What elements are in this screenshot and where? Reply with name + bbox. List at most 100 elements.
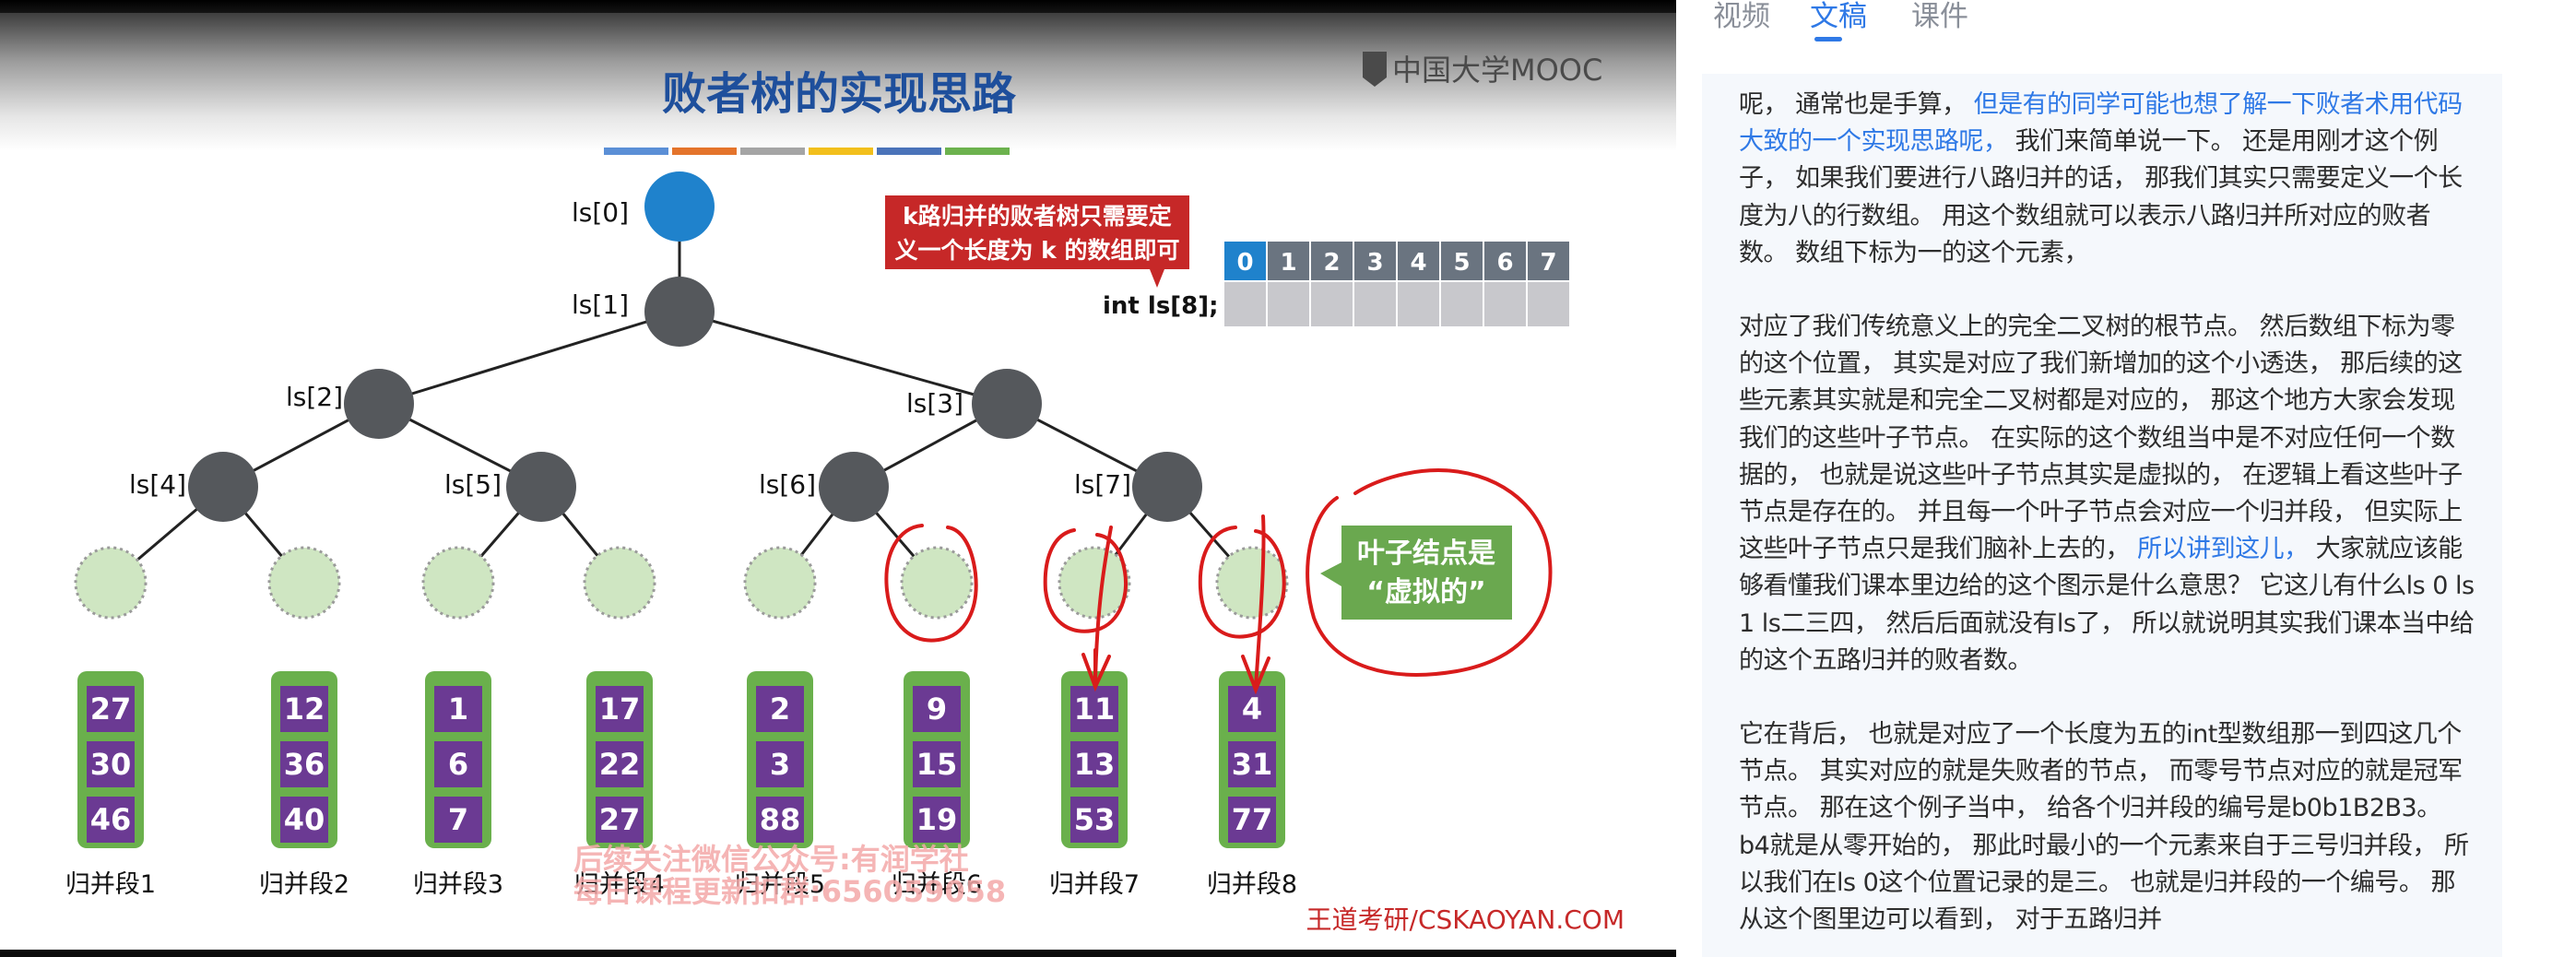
callout-leaf-line1: 叶子结点是 — [1357, 538, 1495, 570]
merge-segment-label: 归并段1 — [65, 870, 156, 899]
array-index-label: 4 — [1410, 249, 1426, 277]
transcript-text[interactable]: 它在背后， 也就是对应了一个长度为五的int型数组那一到四这几个节点。 其实对应… — [1739, 720, 2469, 934]
node-label-ls3: ls[3] — [906, 388, 963, 419]
active-tab-indicator — [1814, 37, 1842, 41]
merge-segment-value: 77 — [1232, 802, 1273, 837]
merge-segment-value: 22 — [599, 747, 641, 782]
array-value-cell — [1441, 282, 1483, 326]
tree-node-ls3 — [972, 369, 1042, 439]
array-value-cell — [1224, 282, 1266, 326]
tab-transcript[interactable]: 文稿 — [1810, 0, 1867, 34]
callout-leaf-line2: “虚拟的” — [1366, 576, 1485, 608]
watermark-line1: 后续关注微信公众号:有润学社 — [573, 842, 969, 877]
virtual-leaf-node — [900, 546, 974, 620]
merge-segment-value: 4 — [1242, 691, 1262, 727]
merge-segment-value: 12 — [284, 691, 325, 727]
node-label-ls1: ls[1] — [572, 289, 629, 320]
virtual-leaf-node — [1058, 546, 1131, 620]
tree-edge — [378, 310, 680, 406]
transcript-paragraph: 呢， 通常也是手算， 但是有的同学可能也想了解一下败者术用代码大致的一个实现思路… — [1739, 87, 2475, 272]
tree-node-ls4 — [188, 452, 258, 522]
title-underline-segment — [877, 148, 941, 155]
transcript-text[interactable]: 对应了我们传统意义上的完全二叉树的根节点。 然后数组下标为零的这个位置， 其实是… — [1739, 313, 2463, 563]
side-panel: 视频 文稿 课件 呢， 通常也是手算， 但是有的同学可能也想了解一下败者术用代码… — [1676, 0, 2576, 957]
array-index-label: 0 — [1236, 249, 1253, 277]
merge-segment-value: 13 — [1074, 747, 1116, 782]
merge-segment-value: 9 — [927, 691, 947, 727]
merge-segment-value: 1 — [448, 691, 468, 727]
merge-segment-value: 36 — [284, 747, 325, 782]
callout-k-way: k路归并的败者树只需要定 义一个长度为 k 的数组即可 — [885, 195, 1189, 288]
transcript-body: 呢， 通常也是手算， 但是有的同学可能也想了解一下败者术用代码大致的一个实现思路… — [1702, 74, 2502, 939]
title-underline-segment — [945, 148, 1010, 155]
node-label-ls0: ls[0] — [572, 197, 629, 228]
node-label-ls7: ls[7] — [1074, 469, 1131, 500]
title-underline-segment — [604, 148, 668, 155]
slide-footer: 王道考研/CSKAOYAN.COM — [1306, 904, 1625, 935]
array-index-label: 1 — [1280, 249, 1296, 277]
tree-node-ls6 — [819, 452, 889, 522]
title-underline-segment — [672, 148, 737, 155]
array-index-label: 5 — [1453, 249, 1470, 277]
merge-segment-label: 归并段2 — [259, 870, 349, 899]
merge-segment-value: 3 — [770, 747, 790, 782]
slide-title: 败者树的实现思路 — [662, 68, 1017, 120]
array-value-cell — [1354, 282, 1396, 326]
callout-k-way-line1: k路归并的败者树只需要定 — [903, 203, 1172, 230]
array-index-label: 3 — [1366, 249, 1383, 277]
virtual-leaf-node — [267, 546, 341, 620]
mooc-logo: 中国大学MOOC — [1363, 52, 1602, 88]
mooc-logo-text: 中国大学MOOC — [1392, 53, 1602, 88]
merge-segment-value: 19 — [916, 802, 958, 837]
merge-segment-value: 53 — [1074, 802, 1116, 837]
transcript-paragraph: 对应了我们传统意义上的完全二叉树的根节点。 然后数组下标为零的这个位置， 其实是… — [1739, 309, 2475, 679]
array-value-cell — [1268, 282, 1309, 326]
merge-segment-label: 归并段3 — [413, 870, 503, 899]
watermark-line2: 每日课程更新扣群:656059058 — [573, 874, 1006, 909]
merge-segment-value: 7 — [448, 802, 468, 837]
tab-courseware[interactable]: 课件 — [1911, 0, 1968, 34]
array-index-label: 6 — [1496, 249, 1513, 277]
merge-segment-value: 46 — [90, 802, 132, 837]
virtual-leaf-node — [421, 546, 495, 620]
merge-segment-value: 31 — [1232, 747, 1273, 782]
merge-segment-value: 11 — [1074, 691, 1116, 727]
merge-segment-value: 40 — [284, 802, 325, 837]
tree-node-ls1 — [644, 277, 715, 347]
tree-node-ls5 — [506, 452, 576, 522]
array-value-cell — [1311, 282, 1353, 326]
array-value-cell — [1484, 282, 1526, 326]
tree-node-root-ls0 — [644, 171, 715, 242]
title-underline — [604, 148, 1010, 155]
video-player[interactable]: 中国大学MOOC 败者树的实现思路 ls[0] ls[1] ls[2] ls[3… — [0, 0, 1676, 957]
tab-video[interactable]: 视频 — [1713, 0, 1770, 34]
array-index-label: 2 — [1323, 249, 1340, 277]
merge-segment-label: 归并段7 — [1049, 870, 1140, 899]
tree-node-ls2 — [344, 369, 414, 439]
node-label-ls4: ls[4] — [129, 469, 186, 500]
merge-segment-value: 27 — [599, 802, 641, 837]
merge-segment-value: 27 — [90, 691, 132, 727]
transcript-panel[interactable]: 呢， 通常也是手算， 但是有的同学可能也想了解一下败者术用代码大致的一个实现思路… — [1702, 74, 2502, 957]
callout-k-way-line2: 义一个长度为 k 的数组即可 — [894, 237, 1179, 264]
merge-segment-value: 6 — [448, 747, 468, 782]
callout-leaf-virtual: 叶子结点是 “虚拟的” — [1320, 526, 1512, 620]
tab-bar: 视频 文稿 课件 — [1676, 0, 2576, 55]
virtual-leaf-node — [74, 546, 148, 620]
transcript-paragraph: 它在背后， 也就是对应了一个长度为五的int型数组那一到四这几个节点。 其实对应… — [1739, 716, 2475, 939]
merge-segment-label: 归并段8 — [1207, 870, 1297, 899]
merge-segment-value: 15 — [916, 747, 958, 782]
transcript-text[interactable]: 呢， 通常也是手算， — [1739, 90, 1974, 119]
merge-segment-value: 88 — [760, 802, 801, 837]
transcript-current-sentence[interactable]: 所以讲到这儿， — [2137, 535, 2309, 563]
watermark: 后续关注微信公众号:有润学社 每日课程更新扣群:656059058 — [573, 842, 1006, 909]
merge-segment-value: 17 — [599, 691, 641, 727]
merge-segment-value: 30 — [90, 747, 132, 782]
array-value-cell — [1528, 282, 1569, 326]
title-underline-segment — [809, 148, 873, 155]
virtual-leaf-node — [1215, 546, 1289, 620]
slide-canvas: 中国大学MOOC 败者树的实现思路 ls[0] ls[1] ls[2] ls[3… — [65, 52, 1625, 935]
virtual-leaf-node — [583, 546, 656, 620]
title-underline-segment — [740, 148, 805, 155]
array-index-label: 7 — [1540, 249, 1556, 277]
